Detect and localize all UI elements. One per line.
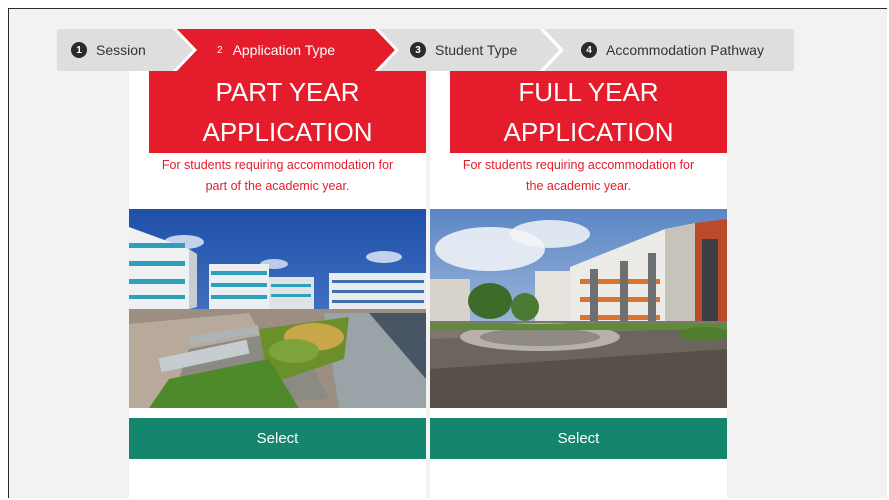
part-year-card: PART YEAR APPLICATION For students requi… (129, 71, 426, 498)
step-accommodation-pathway[interactable]: 4 Accommodation Pathway (544, 29, 794, 71)
campus-photo-plaza (430, 209, 727, 408)
title-line: APPLICATION (202, 117, 373, 147)
title-line: PART YEAR (215, 77, 360, 107)
description-line: For students requiring accommodation for (462, 158, 695, 172)
step-number-1: 1 (71, 42, 87, 58)
progress-stepper: 1 Session 2 Application Type 3 Student T… (57, 29, 794, 71)
step-label-application-type: Application Type (232, 42, 336, 58)
campus-photo-courtyard (129, 209, 426, 408)
part-year-title: PART YEAR APPLICATION (149, 71, 426, 153)
app-frame: 1 Session 2 Application Type 3 Student T… (8, 8, 887, 498)
step-number-2: 2 (217, 44, 223, 56)
step-student-type[interactable]: 3 Student Type (379, 29, 559, 71)
description-line: the academic year. (526, 179, 631, 193)
step-number-4: 4 (581, 42, 597, 58)
step-number-3: 3 (410, 42, 426, 58)
part-year-description: For students requiring accommodation for… (129, 155, 426, 197)
step-label-session: Session (96, 42, 146, 58)
title-line: APPLICATION (503, 117, 674, 147)
step-application-type[interactable]: 2 Application Type (177, 29, 395, 71)
full-year-description: For students requiring accommodation for… (430, 155, 727, 197)
full-year-card: FULL YEAR APPLICATION For students requi… (430, 71, 727, 498)
select-full-year-button[interactable]: Select (430, 418, 727, 459)
step-label-student-type: Student Type (435, 42, 518, 58)
full-year-title: FULL YEAR APPLICATION (450, 71, 727, 153)
select-part-year-button[interactable]: Select (129, 418, 426, 459)
title-line: FULL YEAR (518, 77, 659, 107)
description-line: For students requiring accommodation for (161, 158, 394, 172)
description-line: part of the academic year. (205, 179, 350, 193)
step-label-accommodation-pathway: Accommodation Pathway (606, 42, 764, 58)
